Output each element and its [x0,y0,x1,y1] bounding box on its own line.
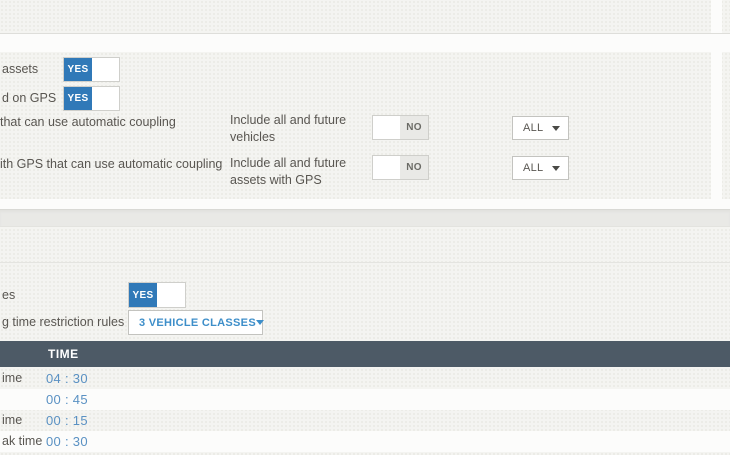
top-divider-band [0,33,730,52]
setting-label-auto-coupling-assets: ith GPS that can use automatic coupling [0,157,222,172]
toggle-state-label: YES [129,283,157,307]
setting-label-auto-coupling-vehicles: that can use automatic coupling [0,115,176,130]
time-value[interactable]: 00 : 30 [46,434,88,449]
time-value[interactable]: 00 : 45 [46,392,88,407]
toggle-state-label: YES [64,87,92,110]
chevron-down-icon [552,166,560,171]
settings-page: assets YES d on GPS YES that can use aut… [0,0,730,455]
setting-label-rules-enabled: es [2,288,15,303]
time-row-label: ak time [2,434,42,448]
note-include-future-assets: Include all and future assets with GPS [230,155,355,189]
time-row-label: ime [2,371,22,385]
chevron-down-icon [552,126,560,131]
setting-label-gps: d on GPS [2,91,56,106]
toggle-rules-enabled[interactable]: YES [128,282,186,308]
toggle-state-label: YES [64,58,92,81]
vehicle-classes-dropdown[interactable]: 3 VEHICLE CLASSES [128,310,263,335]
chevron-down-icon [256,320,264,325]
toggle-gps[interactable]: YES [63,86,120,111]
section-border-line [0,262,730,263]
toggle-state-label: NO [400,156,428,179]
selected-value: ALL [523,162,543,174]
time-value[interactable]: 04 : 30 [46,371,88,386]
toggle-assets[interactable]: YES [63,57,120,82]
toggle-auto-coupling-assets[interactable]: NO [372,155,429,180]
assets-scope-dropdown[interactable]: ALL [512,156,569,180]
table-row: ime 04 : 30 [0,368,730,389]
table-row: 00 : 45 [0,389,730,410]
collapsed-section-bar[interactable] [0,209,730,227]
selected-value: 3 VEHICLE CLASSES [139,317,256,329]
time-value[interactable]: 00 : 15 [46,413,88,428]
time-row-label: ime [2,413,22,427]
vehicles-scope-dropdown[interactable]: ALL [512,116,569,140]
table-row: ime 00 : 15 [0,410,730,431]
column-header-time: TIME [48,347,79,361]
setting-label-restriction-rules: g time restriction rules [2,315,124,330]
table-header-row: TIME [0,341,730,367]
section-gap-band [0,199,730,209]
toggle-auto-coupling-vehicles[interactable]: NO [372,115,429,140]
note-include-future-vehicles: Include all and future vehicles [230,112,355,146]
setting-label-assets: assets [2,62,38,77]
selected-value: ALL [523,122,543,134]
table-row: ak time 00 : 30 [0,431,730,452]
toggle-state-label: NO [400,116,428,139]
right-gutter [711,0,722,209]
